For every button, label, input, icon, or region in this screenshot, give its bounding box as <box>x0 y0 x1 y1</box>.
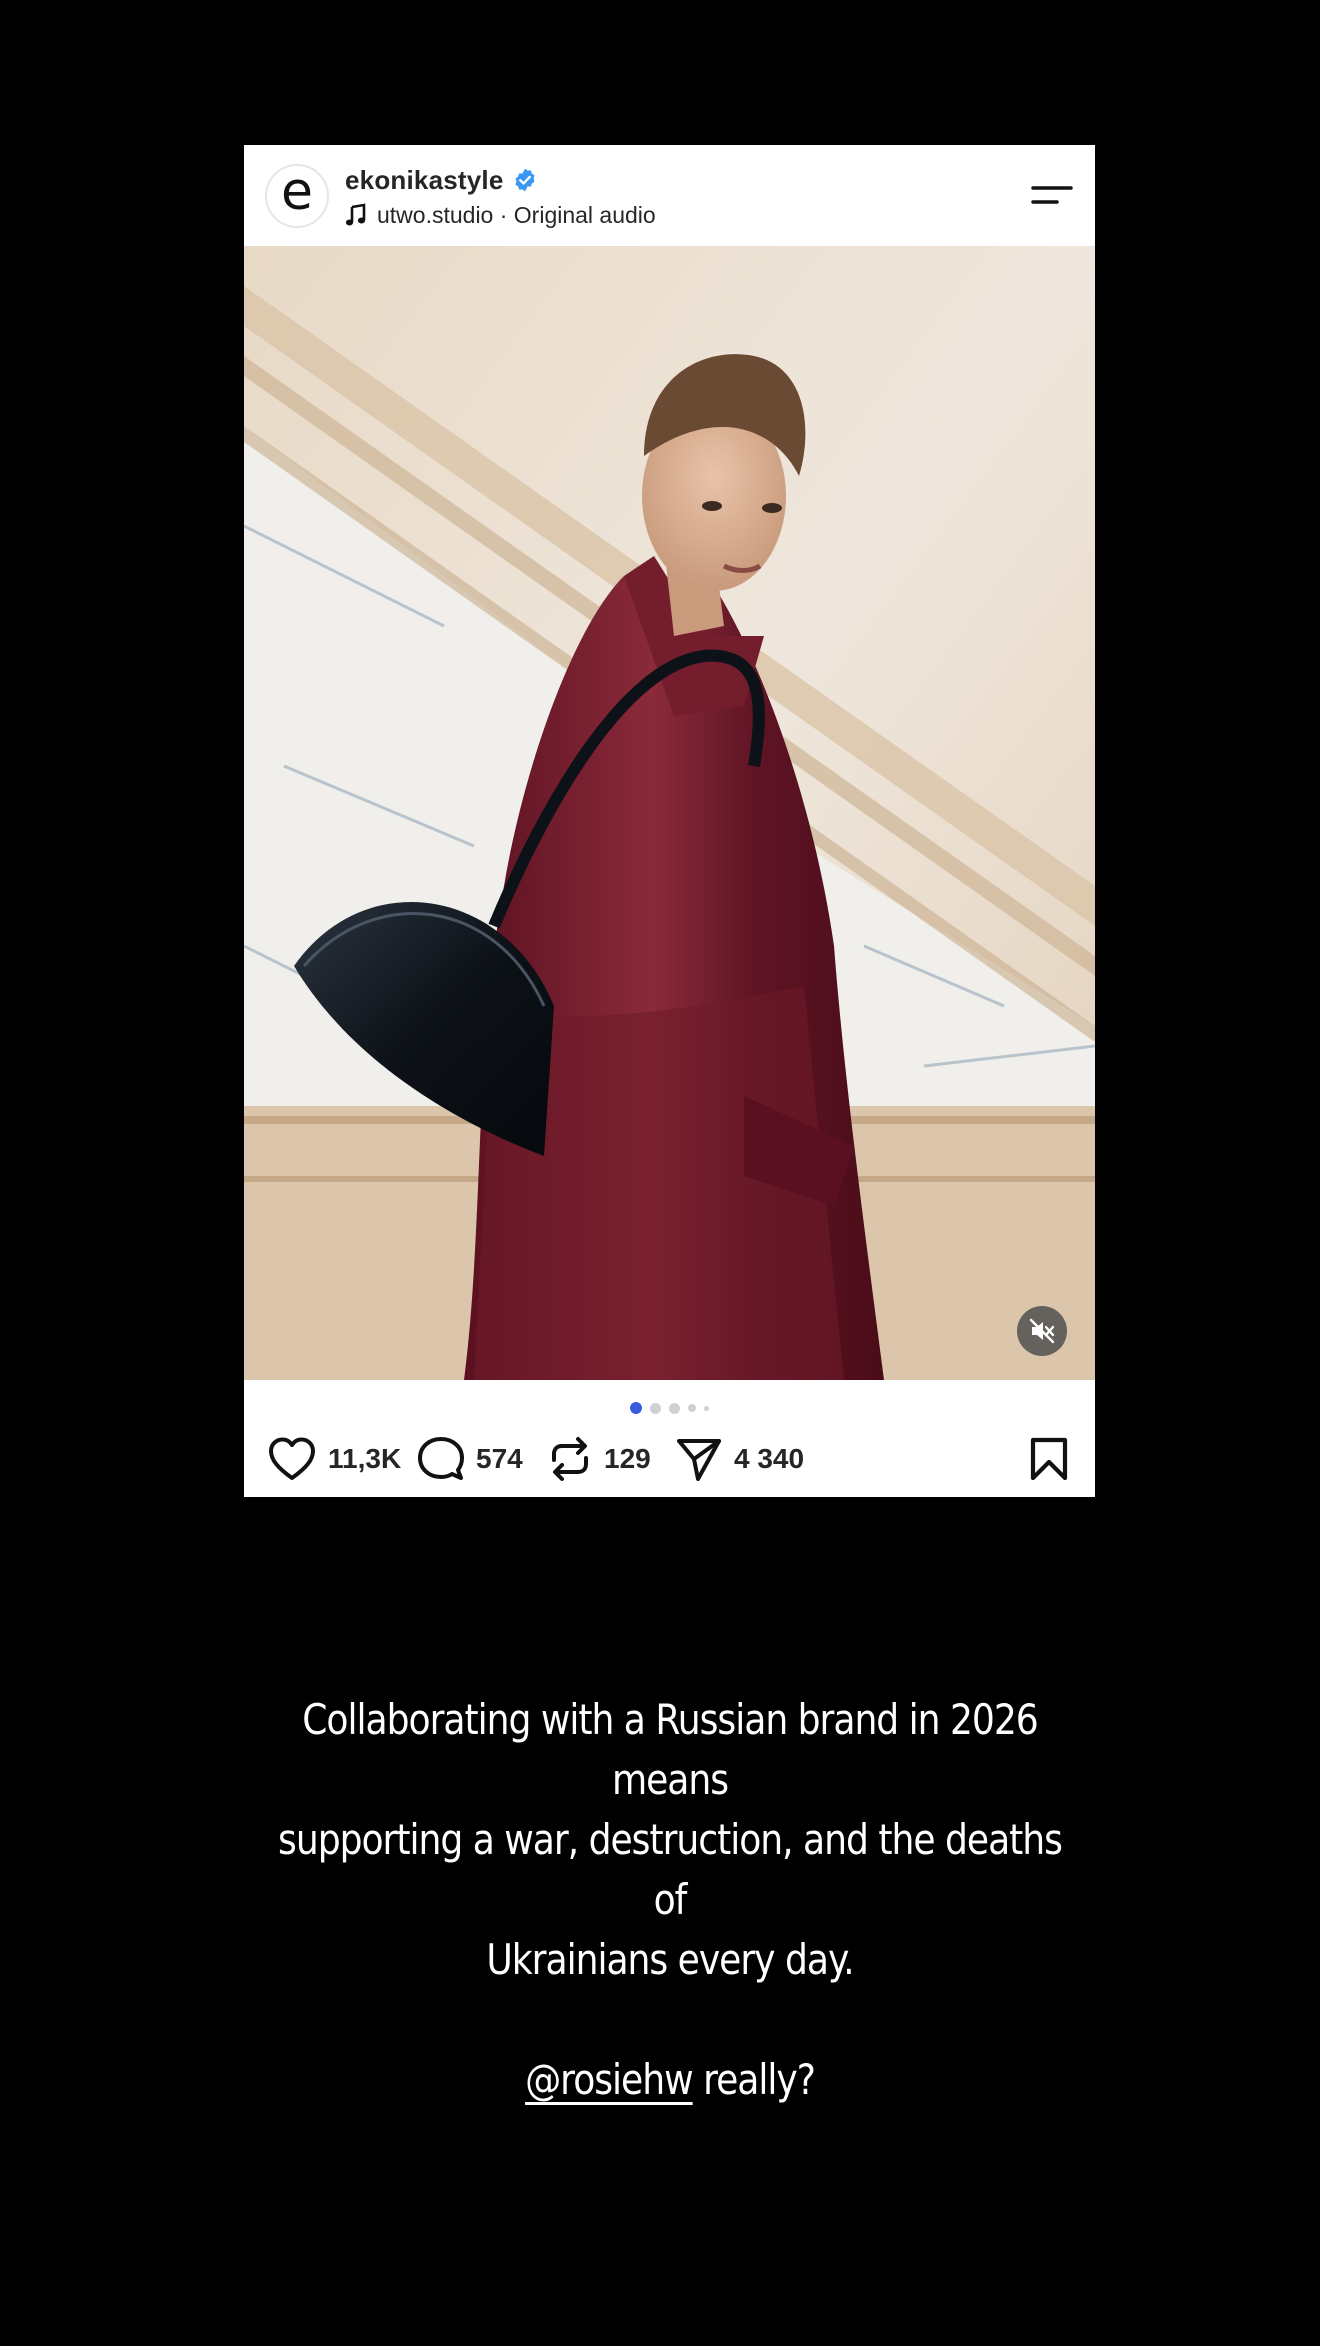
story-caption: Collaborating with a Russian brand in 20… <box>266 1690 1074 2110</box>
story-screen: e ekonikastyle utwo.studio · Original au… <box>0 0 1320 2346</box>
like-button[interactable]: 11,3K <box>268 1431 401 1487</box>
mute-button[interactable] <box>1017 1306 1067 1356</box>
caption-question: really? <box>692 2055 816 2104</box>
bookmark-icon <box>1030 1437 1068 1481</box>
carousel-dot <box>704 1405 709 1411</box>
share-count: 4 340 <box>734 1443 805 1474</box>
post-header: e ekonikastyle utwo.studio · Original au… <box>244 145 1095 246</box>
caption-line: Collaborating with a Russian brand in 20… <box>302 1695 1039 1804</box>
avatar-letter: e <box>281 162 313 222</box>
post-username[interactable]: ekonikastyle <box>345 165 504 196</box>
carousel-dot <box>688 1404 696 1412</box>
comment-bubble-icon <box>418 1437 464 1480</box>
send-paper-plane-icon <box>677 1439 721 1481</box>
mention-link[interactable]: @rosiehw <box>525 2055 694 2104</box>
model-photo <box>244 246 1095 1380</box>
repost-arrows-icon <box>552 1437 588 1481</box>
carousel-dot-active <box>630 1402 642 1414</box>
audio-label: utwo.studio · Original audio <box>377 201 656 228</box>
heart-icon <box>269 1437 315 1480</box>
caption-line: supporting a war, destruction, and the d… <box>278 1815 1063 1924</box>
like-count: 11,3K <box>328 1443 402 1474</box>
muted-speaker-icon <box>1029 1318 1055 1344</box>
shared-post-card[interactable]: e ekonikastyle utwo.studio · Original au… <box>244 145 1095 1497</box>
audio-row[interactable]: utwo.studio · Original audio <box>345 200 656 230</box>
menu-lines-icon[interactable] <box>1031 181 1073 209</box>
username-row: ekonikastyle <box>345 163 538 197</box>
caption-line: Ukrainians every day. <box>486 1935 854 1984</box>
verified-badge-icon <box>514 168 535 192</box>
repost-count: 129 <box>604 1443 651 1474</box>
repost-button[interactable]: 129 <box>548 1431 651 1487</box>
carousel-dot <box>650 1402 661 1414</box>
music-note-icon <box>345 203 366 226</box>
carousel-indicator <box>244 1400 1095 1416</box>
comment-button[interactable]: 574 <box>418 1431 523 1487</box>
profile-avatar[interactable]: e <box>265 164 329 228</box>
caption-question-line: @rosiehw really? <box>266 2050 1074 2110</box>
carousel-dot <box>669 1402 680 1414</box>
comment-count: 574 <box>476 1443 523 1474</box>
post-image[interactable] <box>244 246 1095 1380</box>
share-button[interactable]: 4 340 <box>676 1431 804 1487</box>
save-button[interactable] <box>1029 1437 1069 1486</box>
action-bar: 11,3K 574 129 4 340 <box>244 1431 1095 1487</box>
